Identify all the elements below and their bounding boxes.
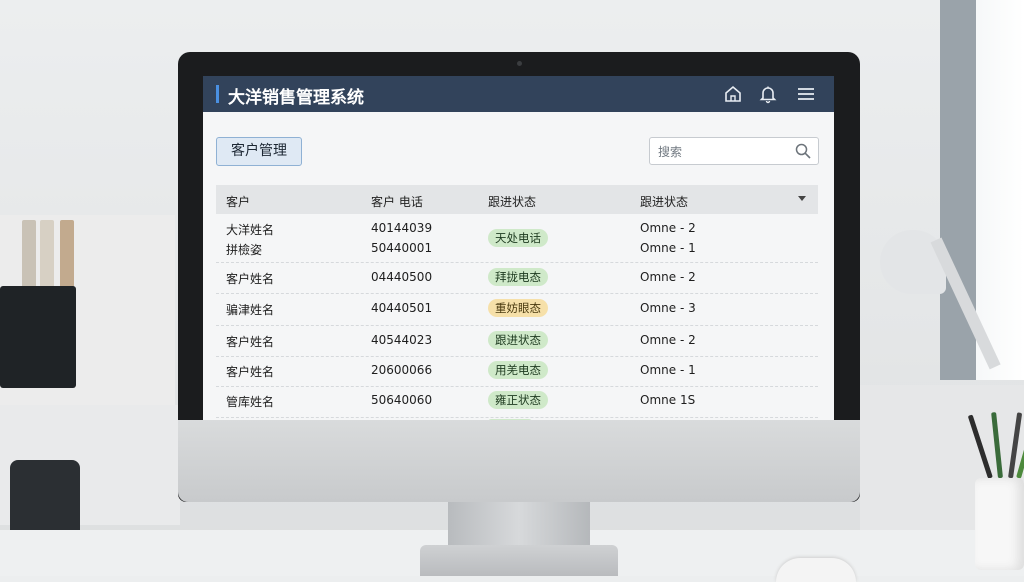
customer-name: 大洋姓名 bbox=[226, 223, 275, 237]
computer-mouse bbox=[776, 558, 856, 582]
title-accent-bar bbox=[216, 85, 219, 103]
owner-label: Omne - 2 bbox=[640, 333, 696, 347]
background-binder bbox=[40, 220, 54, 290]
customer-name: 骗津姓名 bbox=[226, 303, 275, 317]
search-input[interactable]: 搜索 bbox=[649, 137, 819, 165]
status-badge: 用羌电态 bbox=[488, 361, 548, 379]
owner-label: Omne - 2 bbox=[640, 270, 696, 284]
owner-label: Omne - 3 bbox=[640, 301, 696, 315]
customer-phone: 50440001 bbox=[371, 241, 433, 255]
customer-phone: 40144039 bbox=[371, 221, 433, 235]
search-placeholder: 搜索 bbox=[658, 145, 683, 159]
column-header-status[interactable]: 跟进状态 bbox=[488, 193, 536, 210]
pencil-cup bbox=[975, 478, 1024, 570]
status-badge: 雍正状态 bbox=[488, 391, 548, 409]
monitor-stand-base bbox=[420, 545, 618, 576]
customer-name: 客户姓名 bbox=[226, 365, 275, 379]
customer-name: 管库姓名 bbox=[226, 395, 275, 409]
customer-name: 客户姓名 bbox=[226, 335, 275, 349]
column-header-owner[interactable]: 跟进状态 bbox=[640, 193, 688, 210]
status-badge: 跟进状态 bbox=[488, 331, 548, 349]
customer-phone: 04440500 bbox=[371, 270, 433, 284]
background-binder bbox=[22, 220, 36, 290]
column-header-customer[interactable]: 客户 bbox=[226, 193, 250, 210]
customer-management-button[interactable]: 客户管理 bbox=[216, 137, 302, 166]
table-header: 客户 客户 电话 跟进状态 跟进状态 bbox=[216, 185, 818, 214]
background-binder bbox=[60, 220, 74, 290]
customer-phone: 20600066 bbox=[371, 363, 433, 377]
status-badge bbox=[488, 419, 532, 420]
bell-icon[interactable] bbox=[758, 84, 778, 104]
column-header-phone[interactable]: 客户 电话 bbox=[371, 193, 423, 210]
owner-label: Omne 1S bbox=[640, 393, 696, 407]
menu-icon[interactable] bbox=[796, 84, 816, 104]
table-row[interactable]: 客户姓名 20600066 用羌电态 Omne - 1 bbox=[216, 357, 818, 387]
app-screen: 大洋销售管理系统 客户管理 搜索 客户 客户 电话 跟进状态 跟进状态 大洋姓名… bbox=[203, 76, 834, 420]
search-icon[interactable] bbox=[794, 142, 812, 160]
status-badge: 重妨眼态 bbox=[488, 299, 548, 317]
home-icon[interactable] bbox=[723, 84, 743, 104]
monitor-chin bbox=[178, 420, 860, 502]
table-row-partial[interactable] bbox=[216, 418, 818, 420]
customer-name: 客户姓名 bbox=[226, 272, 275, 286]
status-badge: 拜拢电态 bbox=[488, 268, 548, 286]
owner-label: Omne - 1 bbox=[640, 241, 696, 255]
customer-phone: 40440501 bbox=[371, 301, 433, 315]
background-monitor bbox=[0, 286, 76, 388]
table-row[interactable]: 骗津姓名 40440501 重妨眼态 Omne - 3 bbox=[216, 294, 818, 326]
table-row[interactable]: 客户姓名 40544023 跟进状态 Omne - 2 bbox=[216, 326, 818, 357]
customer-name: 拼檢姿 bbox=[226, 243, 263, 257]
webcam-icon bbox=[517, 61, 522, 66]
customer-phone: 50640060 bbox=[371, 393, 433, 407]
app-title: 大洋销售管理系统 bbox=[228, 88, 364, 108]
status-badge: 天处电话 bbox=[488, 229, 548, 247]
owner-label: Omne - 1 bbox=[640, 363, 696, 377]
table-row[interactable]: 大洋姓名 拼檢姿 40144039 50440001 天处电话 Omne - 2… bbox=[216, 215, 818, 263]
owner-label: Omne - 2 bbox=[640, 221, 696, 235]
customer-phone: 40544023 bbox=[371, 333, 433, 347]
table-row[interactable]: 客户姓名 04440500 拜拢电态 Omne - 2 bbox=[216, 263, 818, 294]
chevron-down-icon[interactable] bbox=[798, 196, 806, 201]
title-bar: 大洋销售管理系统 bbox=[203, 76, 834, 112]
table-row[interactable]: 管库姓名 50640060 雍正状态 Omne 1S bbox=[216, 387, 818, 418]
